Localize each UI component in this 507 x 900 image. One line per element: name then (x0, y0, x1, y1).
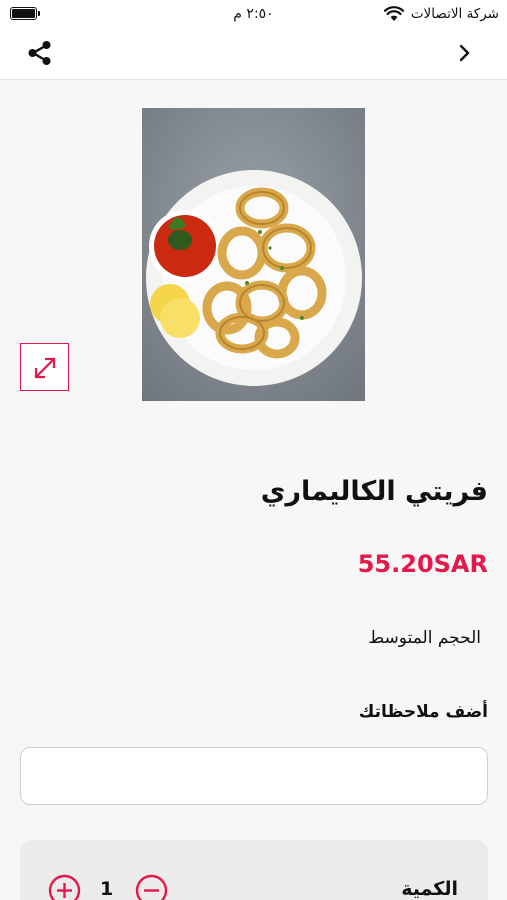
quantity-value: 1 (100, 878, 114, 900)
minus-circle-icon[interactable] (135, 874, 168, 900)
share-icon[interactable] (26, 39, 54, 67)
product-image (142, 108, 365, 401)
expand-image-button[interactable] (20, 343, 69, 391)
quantity-panel: 1 الكمية (20, 840, 488, 900)
status-bar: ٢:٥٠ م شركة الاتصالات (0, 0, 507, 30)
product-title: فريتي الكاليماري (260, 476, 488, 507)
carrier-name: شركة الاتصالات (410, 6, 499, 22)
chevron-right-icon[interactable] (455, 42, 475, 64)
product-size: الحجم المتوسط (368, 628, 481, 648)
nav-bar (0, 30, 507, 80)
notes-input[interactable] (20, 747, 488, 805)
plus-circle-icon[interactable] (48, 874, 81, 900)
wifi-icon (384, 6, 404, 21)
notes-label: أضف ملاحظاتك (358, 702, 488, 722)
product-price: 55.20SAR (357, 550, 488, 578)
quantity-label: الكمية (401, 878, 458, 900)
expand-icon (34, 357, 56, 379)
